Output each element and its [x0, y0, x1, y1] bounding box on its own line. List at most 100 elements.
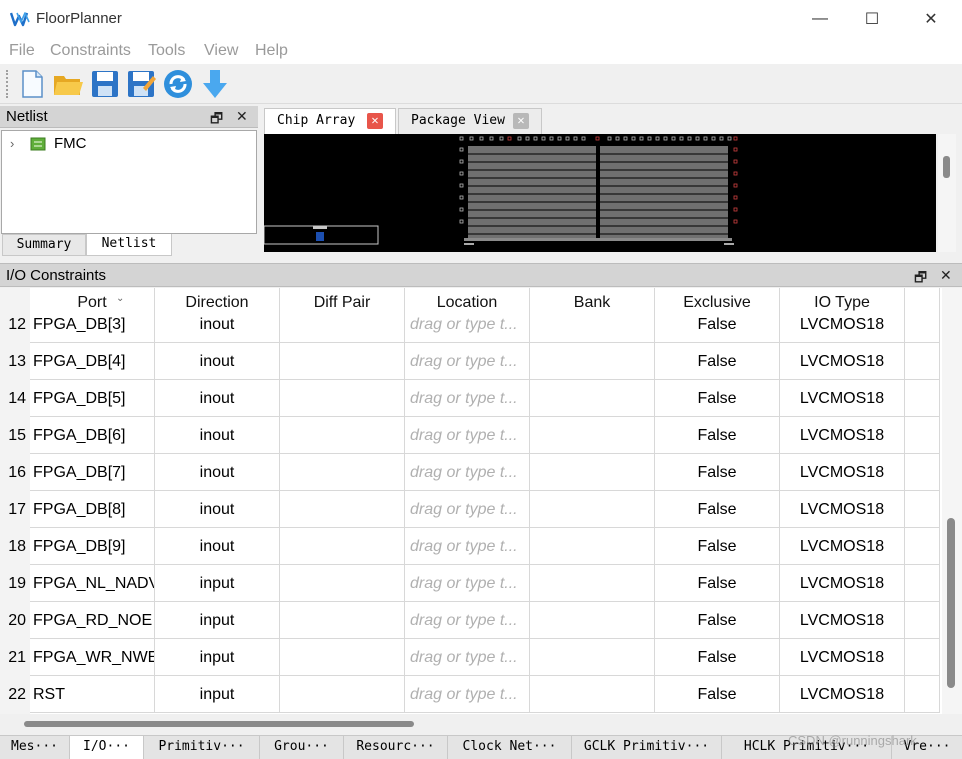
tab-resource-reservation[interactable]: Resourc··· — [344, 736, 448, 759]
table-row[interactable]: 12 FPGA_DB[3] inout drag or type t... Fa… — [0, 306, 940, 343]
refresh-icon[interactable] — [162, 68, 194, 100]
bank-cell[interactable] — [530, 528, 655, 565]
exclusive-cell[interactable]: False — [655, 565, 780, 602]
location-cell[interactable]: drag or type t... — [405, 454, 530, 491]
exclusive-cell[interactable]: False — [655, 454, 780, 491]
io-type-cell[interactable]: LVCMOS18 — [780, 565, 905, 602]
diff-pair-cell[interactable] — [280, 343, 405, 380]
diff-pair-cell[interactable] — [280, 380, 405, 417]
direction-cell[interactable]: inout — [155, 417, 280, 454]
direction-cell[interactable]: inout — [155, 343, 280, 380]
bank-cell[interactable] — [530, 491, 655, 528]
scrollbar-thumb[interactable] — [24, 721, 414, 727]
tab-io-constraints[interactable]: I/O··· — [70, 736, 144, 759]
table-horizontal-scrollbar[interactable] — [0, 714, 942, 734]
port-cell[interactable]: FPGA_DB[3] — [30, 306, 155, 343]
diff-pair-cell[interactable] — [280, 454, 405, 491]
location-cell[interactable]: drag or type t... — [405, 306, 530, 343]
exclusive-cell[interactable]: False — [655, 639, 780, 676]
port-cell[interactable]: RST — [30, 676, 155, 713]
close-panel-icon[interactable]: ✕ — [940, 267, 952, 284]
table-row[interactable]: 18 FPGA_DB[9] inout drag or type t... Fa… — [0, 528, 940, 565]
extra-cell[interactable] — [905, 343, 940, 380]
direction-cell[interactable]: inout — [155, 528, 280, 565]
extra-cell[interactable] — [905, 417, 940, 454]
tab-group-constraints[interactable]: Grou··· — [260, 736, 344, 759]
io-type-cell[interactable]: LVCMOS18 — [780, 306, 905, 343]
direction-cell[interactable]: inout — [155, 491, 280, 528]
bank-cell[interactable] — [530, 639, 655, 676]
diff-pair-cell[interactable] — [280, 602, 405, 639]
direction-cell[interactable]: inout — [155, 454, 280, 491]
menu-file[interactable]: File — [9, 42, 35, 60]
maximize-button[interactable]: ☐ — [849, 0, 895, 38]
bank-cell[interactable] — [530, 454, 655, 491]
chip-array-canvas[interactable] — [263, 134, 936, 252]
minimize-button[interactable]: — — [797, 0, 843, 38]
table-row[interactable]: 21 FPGA_WR_NWE input drag or type t... F… — [0, 639, 940, 676]
io-type-cell[interactable]: LVCMOS18 — [780, 528, 905, 565]
direction-cell[interactable]: input — [155, 676, 280, 713]
menu-help[interactable]: Help — [255, 42, 288, 60]
location-cell[interactable]: drag or type t... — [405, 343, 530, 380]
direction-cell[interactable]: inout — [155, 306, 280, 343]
diff-pair-cell[interactable] — [280, 528, 405, 565]
location-cell[interactable]: drag or type t... — [405, 565, 530, 602]
bank-cell[interactable] — [530, 417, 655, 454]
port-cell[interactable]: FPGA_DB[4] — [30, 343, 155, 380]
io-type-cell[interactable]: LVCMOS18 — [780, 343, 905, 380]
bank-cell[interactable] — [530, 306, 655, 343]
diff-pair-cell[interactable] — [280, 639, 405, 676]
io-type-cell[interactable]: LVCMOS18 — [780, 454, 905, 491]
extra-cell[interactable] — [905, 380, 940, 417]
diff-pair-cell[interactable] — [280, 491, 405, 528]
tab-clock-net-constraints[interactable]: Clock Net··· — [448, 736, 572, 759]
chip-vertical-scrollbar[interactable] — [938, 134, 956, 252]
download-icon[interactable] — [199, 68, 231, 100]
port-cell[interactable]: FPGA_DB[9] — [30, 528, 155, 565]
close-panel-icon[interactable]: ✕ — [236, 108, 248, 125]
exclusive-cell[interactable]: False — [655, 343, 780, 380]
io-type-cell[interactable]: LVCMOS18 — [780, 380, 905, 417]
port-cell[interactable]: FPGA_DB[6] — [30, 417, 155, 454]
tab-package-view[interactable]: Package View ✕ — [398, 108, 542, 134]
direction-cell[interactable]: input — [155, 602, 280, 639]
exclusive-cell[interactable]: False — [655, 417, 780, 454]
new-file-icon[interactable] — [16, 68, 48, 100]
tab-primitive-constraints[interactable]: Primitiv··· — [144, 736, 260, 759]
io-type-cell[interactable]: LVCMOS18 — [780, 491, 905, 528]
extra-cell[interactable] — [905, 565, 940, 602]
exclusive-cell[interactable]: False — [655, 676, 780, 713]
table-vertical-scrollbar[interactable] — [942, 288, 962, 714]
tab-summary[interactable]: Summary — [2, 234, 86, 256]
table-row[interactable]: 17 FPGA_DB[8] inout drag or type t... Fa… — [0, 491, 940, 528]
port-cell[interactable]: FPGA_DB[7] — [30, 454, 155, 491]
toolbar-grip[interactable] — [6, 70, 9, 98]
port-cell[interactable]: FPGA_RD_NOE — [30, 602, 155, 639]
diff-pair-cell[interactable] — [280, 676, 405, 713]
extra-cell[interactable] — [905, 491, 940, 528]
bank-cell[interactable] — [530, 565, 655, 602]
location-cell[interactable]: drag or type t... — [405, 491, 530, 528]
exclusive-cell[interactable]: False — [655, 380, 780, 417]
diff-pair-cell[interactable] — [280, 306, 405, 343]
menu-view[interactable]: View — [204, 42, 238, 60]
extra-cell[interactable] — [905, 306, 940, 343]
close-tab-icon[interactable]: ✕ — [513, 113, 529, 129]
port-cell[interactable]: FPGA_DB[8] — [30, 491, 155, 528]
tab-messages[interactable]: Mes··· — [0, 736, 70, 759]
extra-cell[interactable] — [905, 676, 940, 713]
save-icon[interactable] — [89, 68, 121, 100]
bank-cell[interactable] — [530, 343, 655, 380]
direction-cell[interactable]: input — [155, 639, 280, 676]
tab-gclk-primitive-constraints[interactable]: GCLK Primitiv··· — [572, 736, 722, 759]
location-cell[interactable]: drag or type t... — [405, 602, 530, 639]
io-type-cell[interactable]: LVCMOS18 — [780, 639, 905, 676]
close-tab-icon[interactable]: ✕ — [367, 113, 383, 129]
extra-cell[interactable] — [905, 602, 940, 639]
direction-cell[interactable]: inout — [155, 380, 280, 417]
port-cell[interactable]: FPGA_WR_NWE — [30, 639, 155, 676]
diff-pair-cell[interactable] — [280, 417, 405, 454]
extra-cell[interactable] — [905, 639, 940, 676]
location-cell[interactable]: drag or type t... — [405, 417, 530, 454]
